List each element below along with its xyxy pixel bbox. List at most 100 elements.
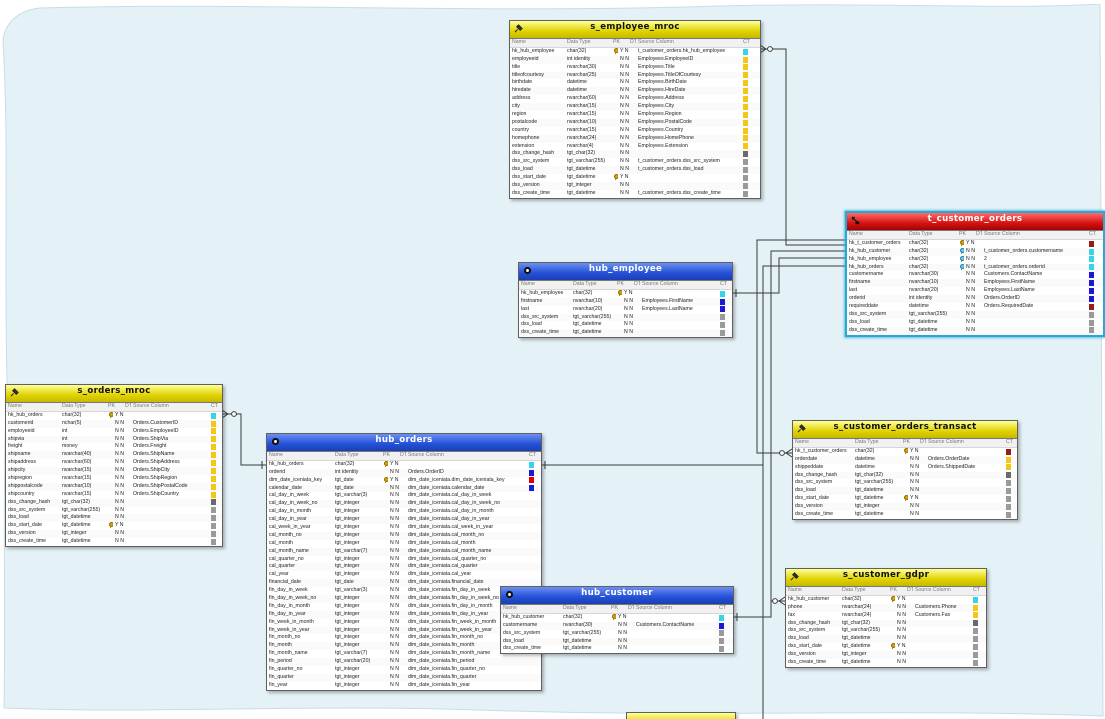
table-row[interactable]: dss_create_time tgt_datetime N N	[786, 659, 986, 667]
table-row[interactable]: dss_load tgt_datetime N N	[6, 514, 222, 523]
table-row[interactable]: cal_day_in_month tgt_integer N N dim_date_i…	[267, 508, 541, 516]
table-row[interactable]: freight money N N Orders.Freight	[6, 443, 222, 451]
table-row[interactable]: title nvarchar(30) N N Employees.Title	[510, 64, 760, 72]
table-row[interactable]: titleofcourtesy nvarchar(25) N N Employees.…	[510, 71, 760, 80]
table-row[interactable]: hk_hub_orders char(32) Y N	[6, 411, 222, 420]
table-row[interactable]: hk_hub_employee char(32) N N 2	[847, 255, 1103, 264]
table-row[interactable]: dss_start_date tgt_datetime Y N	[510, 174, 760, 182]
table-row[interactable]: homephone nvarchar(24) N N Employees.HomePh…	[510, 134, 760, 143]
table-row[interactable]: hiredate datetime N N Employees.HireDate	[510, 87, 760, 96]
table-row[interactable]: city nvarchar(15) N N Employees.City	[510, 103, 760, 112]
table-row[interactable]: region nvarchar(15) N N Employees.Region	[510, 111, 760, 119]
table-row[interactable]: last nvarchar(20) N N Employees.LastName	[519, 306, 732, 314]
table-row[interactable]: cal_month_name tgt_varchar(7) N N dim_date_…	[267, 547, 541, 556]
table-row[interactable]: last nvarchar(20) N N Employees.LastName	[847, 287, 1103, 295]
table-row[interactable]: employeeid int identity N N Employees.Emplo…	[510, 55, 760, 64]
entity-header[interactable]: s_customer_orders_transact	[793, 421, 1017, 439]
table-row[interactable]: dss_start_date tgt_datetime Y N	[793, 495, 1017, 503]
table-row[interactable]: dss_load tgt_datetime N N	[793, 487, 1017, 496]
table-row[interactable]: firstname nvarchar(10) N N Employees.FirstN…	[847, 279, 1103, 288]
table-row[interactable]: postalcode nvarchar(10) N N Employees.Posta…	[510, 118, 760, 127]
entity-hub-employee[interactable]: hub_employee Name Data Type PK DTSource Colu…	[518, 262, 733, 339]
table-row[interactable]: customername nvarchar(30) N N Customers.Con…	[501, 621, 733, 630]
table-row[interactable]: dss_create_time tgt_datetime N N	[501, 645, 733, 653]
table-row[interactable]: hk_hub_customer char(32) Y N	[501, 613, 733, 622]
table-row[interactable]: employeeid int N N Orders.EmployeeID	[6, 428, 222, 436]
table-row[interactable]: shippeddate datetime N N Orders.ShippedDate	[793, 464, 1017, 472]
table-row[interactable]: hk_hub_employee char(32) Y N	[519, 289, 732, 298]
entity-s-customer-gdpr[interactable]: s_customer_gdpr Name Data Type PK DTSource C…	[785, 568, 987, 668]
table-row[interactable]: shipname nvarchar(40) N N Orders.ShipName	[6, 451, 222, 460]
table-row[interactable]: hk_t_customer_orders char(32) Y N	[847, 239, 1103, 248]
table-row[interactable]: dss_load tgt_datetime N N	[786, 635, 986, 644]
table-row[interactable]: phone nvarchar(24) N N Customers.Phone	[786, 603, 986, 612]
entity-header[interactable]: s_employee_mroc	[510, 21, 760, 39]
table-row[interactable]: cal_quarter tgt_integer N N dim_date_icenia…	[267, 563, 541, 572]
table-row[interactable]: cal_year tgt_integer N N dim_date_iceniata.…	[267, 571, 541, 579]
table-row[interactable]: customername nvarchar(30) N N Customers.Con…	[847, 271, 1103, 279]
table-row[interactable]: dss_create_time tgt_datetime N N	[847, 326, 1103, 335]
table-row[interactable]: fin_period tgt_varchar(20) N N dim_date_ice…	[267, 658, 541, 667]
table-row[interactable]: dss_src_system tgt_varchar(255) N N	[786, 627, 986, 635]
table-row[interactable]: cal_month tgt_integer N N dim_date_iceniata…	[267, 540, 541, 548]
table-row[interactable]: dss_start_date tgt_datetime Y N	[786, 643, 986, 651]
table-row[interactable]: dss_create_time tgt_datetime N N	[793, 511, 1017, 519]
table-row[interactable]: hk_hub_customer char(32) Y N	[786, 595, 986, 604]
table-row[interactable]: fin_quarter tgt_integer N N dim_date_icenia…	[267, 673, 541, 682]
table-row[interactable]: dss_create_time tgt_datetime N N	[519, 329, 732, 338]
table-row[interactable]: orderdate datetime N N Orders.OrderDate	[793, 455, 1017, 464]
table-row[interactable]: hk_hub_orders char(32) N N t_customer_order…	[847, 263, 1103, 272]
table-row[interactable]: cal_month_no tgt_integer N N dim_date_iceni…	[267, 531, 541, 540]
table-row[interactable]: shipvia int N N Orders.ShipVia	[6, 435, 222, 444]
table-row[interactable]: hk_hub_employee char(32) Y N t_customer_ord…	[510, 47, 760, 56]
table-row[interactable]: dss_src_system tgt_varchar(255) N N t_custo…	[510, 158, 760, 166]
table-row[interactable]: dss_change_hash tgt_char(32) N N	[786, 619, 986, 628]
table-row[interactable]: orderid int identity N N Orders.OrderID	[267, 468, 541, 477]
table-row[interactable]: shipcity nvarchar(15) N N Orders.ShipCity	[6, 467, 222, 476]
table-row[interactable]: dss_load tgt_datetime N N t_customer_orders…	[510, 166, 760, 175]
entity-t-customer-orders[interactable]: t_customer_orders Name Data Type PK DTSource…	[845, 211, 1105, 337]
table-row[interactable]: dim_date_iceniata_key tgt_date Y N dim_date…	[267, 476, 541, 485]
table-row[interactable]: dss_load tgt_datetime N N	[847, 319, 1103, 327]
table-row[interactable]: fin_year tgt_integer N N dim_date_iceniata.…	[267, 682, 541, 690]
table-row[interactable]: customerid nchar(5) N N Orders.CustomerID	[6, 419, 222, 428]
table-row[interactable]: hk_hub_orders char(32) Y N	[267, 460, 541, 469]
entity-header[interactable]: s_customer_gdpr	[786, 569, 986, 587]
entity-header[interactable]: hub_orders	[267, 434, 541, 452]
table-row[interactable]: dss_load tgt_datetime N N	[519, 321, 732, 329]
table-row[interactable]: cal_day_in_week_no tgt_integer N N dim_date…	[267, 500, 541, 509]
table-row[interactable]: dss_src_system tgt_varchar(255) N N	[501, 630, 733, 638]
table-row[interactable]: shipcountry nvarchar(15) N N Orders.ShipCou…	[6, 491, 222, 499]
table-row[interactable]: dss_src_system tgt_varchar(255) N N	[6, 507, 222, 515]
table-row[interactable]: fax nvarchar(24) N N Customers.Fax	[786, 612, 986, 620]
entity-s-orders-mroc[interactable]: s_orders_mroc Name Data Type PK DTSource Col…	[5, 384, 223, 548]
table-row[interactable]: dss_create_time tgt_datetime N N	[6, 538, 222, 546]
entity-header[interactable]	[627, 713, 735, 719]
table-row[interactable]: dss_change_hash tgt_char(32) N N	[6, 498, 222, 507]
table-row[interactable]: hk_t_customer_orders char(32) Y N	[793, 447, 1017, 456]
table-row[interactable]: birthdate datetime N N Employees.BirthDate	[510, 79, 760, 87]
table-row[interactable]: hk_hub_customer char(32) N N t_customer_ord…	[847, 247, 1103, 256]
table-row[interactable]: shipaddress nvarchar(60) N N Orders.ShipAdd…	[6, 459, 222, 467]
table-row[interactable]: dss_src_system tgt_varchar(255) N N	[793, 479, 1017, 487]
table-row[interactable]: shippostalcode nvarchar(10) N N Orders.Ship…	[6, 482, 222, 491]
entity-hub-customer[interactable]: hub_customer Name Data Type PK DTSource Colu…	[500, 586, 734, 655]
diagram-canvas[interactable]: s_employee_mrocNameData TypePKDTSource C…	[0, 0, 1105, 719]
table-row[interactable]: dss_version tgt_integer N N	[793, 503, 1017, 512]
table-row[interactable]: extension nvarchar(4) N N Employees.Extensi…	[510, 143, 760, 151]
table-row[interactable]: dss_start_date tgt_datetime Y N	[6, 522, 222, 530]
table-row[interactable]: country nvarchar(15) N N Employees.Country	[510, 127, 760, 135]
entity-s-customer-orders-transact[interactable]: s_customer_orders_transact Name Data Type P…	[792, 420, 1018, 520]
table-row[interactable]: dss_version tgt_integer N N	[510, 182, 760, 190]
entity-header[interactable]: t_customer_orders	[847, 213, 1103, 231]
table-row[interactable]: calendar_date tgt_date N N dim_date_iceniat…	[267, 484, 541, 493]
table-row[interactable]: address nvarchar(60) N N Employees.Address	[510, 95, 760, 103]
table-row[interactable]: requireddate datetime N N Orders.RequiredDa…	[847, 303, 1103, 311]
table-row[interactable]: cal_week_in_year tgt_integer N N dim_date_i…	[267, 524, 541, 532]
table-row[interactable]: cal_day_in_week tgt_varchar(3) N N dim_date…	[267, 492, 541, 500]
entity-s-employee-mroc[interactable]: s_employee_mroc Name Data Type PK DTSource C…	[509, 20, 761, 199]
table-row[interactable]: fin_quarter_no tgt_integer N N dim_date_ice…	[267, 666, 541, 674]
table-row[interactable]: dss_src_system tgt_varchar(255) N N	[847, 310, 1103, 319]
table-row[interactable]: firstname nvarchar(10) N N Employees.FirstN…	[519, 297, 732, 306]
table-row[interactable]: dss_change_hash tgt_char(32) N N	[510, 150, 760, 159]
